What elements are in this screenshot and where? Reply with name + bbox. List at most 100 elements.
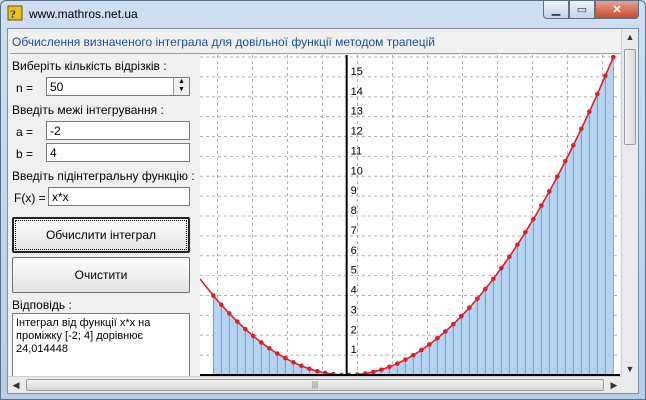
node-point <box>435 335 440 341</box>
node-point <box>499 265 504 271</box>
y-tick-label: 16 <box>351 55 363 58</box>
node-point <box>291 359 296 365</box>
y-tick-label: 3 <box>351 304 357 316</box>
app-window: ? www.mathros.net.ua ▁ ▭ ✕ Обчислення ви… <box>0 0 646 400</box>
y-tick-label: 13 <box>351 106 363 118</box>
node-point <box>467 305 472 311</box>
scroll-down-icon[interactable]: ▼ <box>622 361 638 377</box>
y-tick-label: 12 <box>351 126 363 138</box>
scroll-corner <box>622 377 638 393</box>
node-point <box>403 357 408 362</box>
node-point <box>315 368 320 374</box>
spin-up-icon[interactable]: ▲ <box>174 78 189 86</box>
node-point <box>299 363 304 369</box>
trapezoid-strip <box>572 128 582 376</box>
close-button[interactable]: ✕ <box>595 1 639 19</box>
node-point <box>587 109 592 114</box>
svg-text:?: ? <box>10 7 16 21</box>
node-point <box>211 293 216 298</box>
window-title: www.mathros.net.ua <box>29 7 138 21</box>
fx-input[interactable]: x*x <box>48 187 190 206</box>
a-label: a = <box>16 125 34 139</box>
scroll-up-icon[interactable]: ▲ <box>622 29 638 45</box>
node-point <box>555 174 560 179</box>
node-point <box>571 142 576 148</box>
node-point <box>307 366 312 372</box>
b-input[interactable]: 4 <box>46 143 190 162</box>
node-point <box>259 340 264 345</box>
node-point <box>371 369 376 375</box>
trapezoid-strip <box>524 217 534 376</box>
trapezoid-strip <box>556 160 566 376</box>
node-point <box>539 203 544 208</box>
answer-box[interactable]: Інтеграл від функції x*x на проміжку [-2… <box>12 313 190 377</box>
trapezoid-strip <box>532 204 542 376</box>
clear-button[interactable]: Очистити <box>12 257 190 293</box>
trapezoid-strip <box>596 75 606 376</box>
trapezoid-strip <box>580 111 590 376</box>
n-stepper[interactable]: 50 ▲ ▼ <box>46 77 190 96</box>
integral-plot: 12345678910111213141516 <box>200 55 620 377</box>
answer-label: Відповідь : <box>12 298 72 312</box>
y-tick-label: 11 <box>351 145 362 157</box>
vertical-scrollbar[interactable]: ▲ ▼ <box>621 29 638 377</box>
horizontal-scroll-thumb[interactable]: ||| <box>26 379 604 391</box>
node-point <box>547 189 552 194</box>
trapezoid-strip <box>476 287 486 376</box>
b-value: 4 <box>50 146 57 160</box>
node-point <box>379 367 384 372</box>
maximize-icon: ▭ <box>576 4 588 16</box>
fx-value: x*x <box>52 190 69 204</box>
y-tick-label: 2 <box>351 324 357 336</box>
node-point <box>267 345 272 351</box>
node-point <box>579 126 584 132</box>
a-input[interactable]: -2 <box>46 121 190 140</box>
close-icon: ✕ <box>612 4 622 16</box>
maximize-button[interactable]: ▭ <box>569 1 595 19</box>
node-point <box>523 229 528 235</box>
node-point <box>227 311 232 316</box>
node-point <box>475 296 480 301</box>
y-tick-label: 14 <box>351 86 363 98</box>
app-icon: ? <box>7 5 23 21</box>
vertical-scroll-thumb[interactable] <box>624 49 636 145</box>
spin-buttons[interactable]: ▲ ▼ <box>173 78 189 95</box>
title-bar[interactable]: ? www.mathros.net.ua ▁ ▭ ✕ <box>1 1 645 27</box>
trapezoid-strip <box>484 277 494 376</box>
node-point <box>563 158 568 164</box>
node-point <box>595 91 600 97</box>
page-heading: Обчислення визначеного інтеграла для дов… <box>12 35 435 49</box>
node-point <box>443 329 448 334</box>
node-point <box>387 364 392 370</box>
node-point <box>251 333 256 339</box>
n-value: 50 <box>50 80 64 94</box>
spin-down-icon[interactable]: ▼ <box>174 86 189 94</box>
trapezoid-strip <box>588 93 598 376</box>
y-tick-label: 8 <box>351 205 357 217</box>
y-tick-label: 7 <box>351 225 357 237</box>
scroll-right-icon[interactable]: ▶ <box>606 377 622 393</box>
y-tick-label: 1 <box>351 344 357 356</box>
node-point <box>419 347 424 353</box>
node-point <box>491 276 496 282</box>
y-tick-label: 10 <box>351 165 363 177</box>
node-point <box>459 313 464 319</box>
limits-label: Введіть межі інтегрування : <box>12 103 164 117</box>
trapezoid-strip <box>468 297 478 376</box>
horizontal-scrollbar[interactable]: ◀ ||| ▶ <box>8 376 622 393</box>
trapezoid-strip <box>548 176 558 376</box>
trapezoid-strip <box>564 145 574 376</box>
node-point <box>283 355 288 361</box>
node-point <box>243 326 248 332</box>
client-area: Обчислення визначеного інтеграла для дов… <box>7 28 639 394</box>
node-point <box>219 302 224 308</box>
function-label: Введіть підінтегральну функцію : <box>12 169 195 183</box>
trapezoid-strip <box>492 266 502 376</box>
minimize-button[interactable]: ▁ <box>543 1 569 19</box>
compute-button[interactable]: Обчислити інтеграл <box>12 217 190 253</box>
y-tick-label: 15 <box>351 66 363 78</box>
y-tick-label: 9 <box>351 185 357 197</box>
scroll-left-icon[interactable]: ◀ <box>8 377 24 393</box>
node-point <box>451 321 456 327</box>
node-point <box>275 351 280 356</box>
